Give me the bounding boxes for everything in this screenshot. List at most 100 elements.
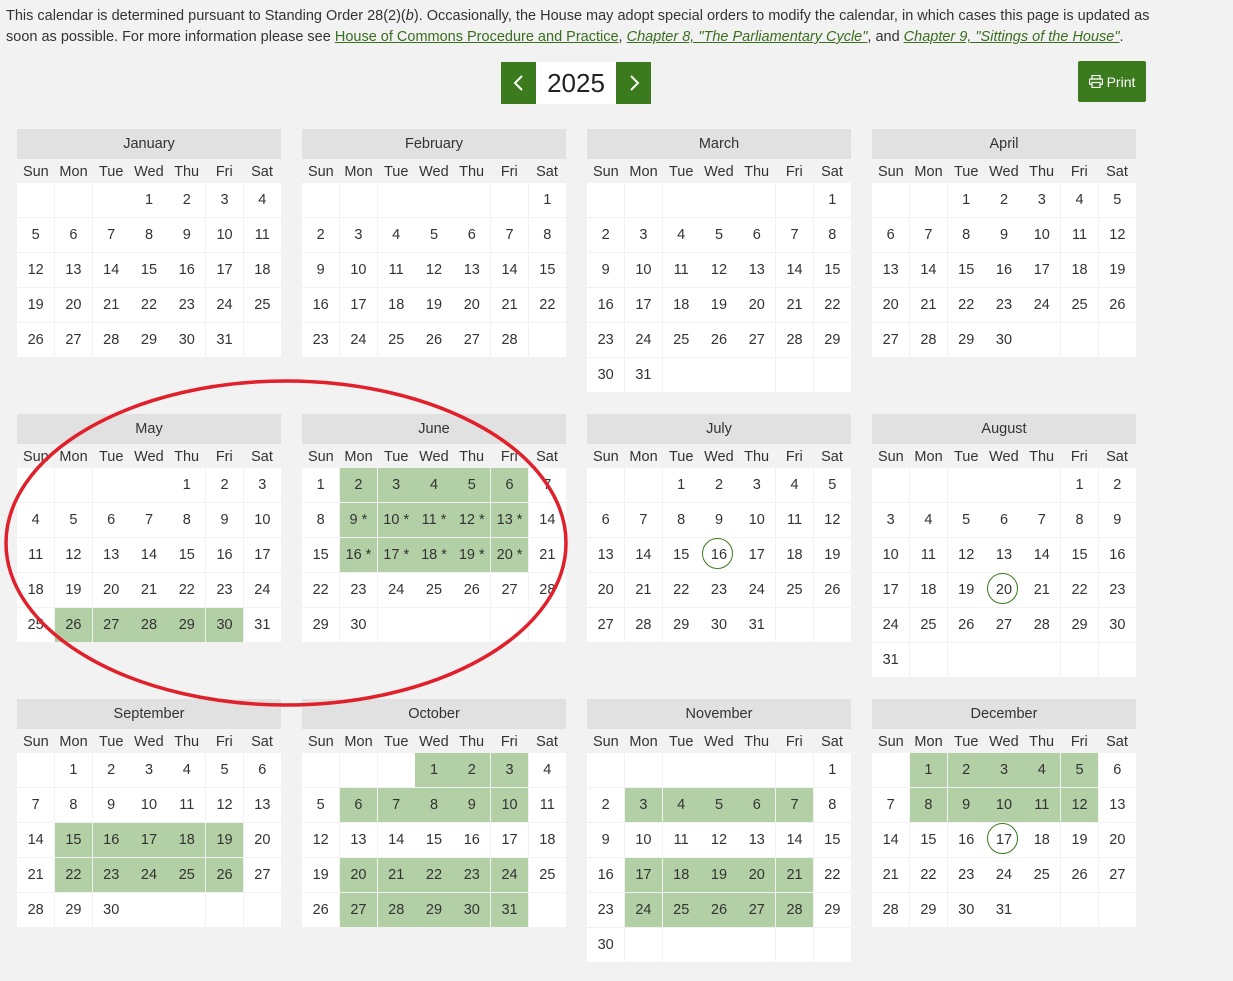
day-number: 7: [543, 477, 552, 493]
weekday-header: Sun: [307, 164, 334, 180]
day-number: 12: [710, 262, 728, 278]
day-number: 4: [924, 512, 933, 528]
day-number: 22: [824, 297, 841, 313]
weekday-header: Thu: [174, 164, 200, 180]
calendar-day: 23: [947, 858, 985, 892]
calendar-day: 20: [339, 858, 378, 892]
calendar-day: 8: [662, 503, 700, 537]
calendar-day: 5: [415, 218, 453, 252]
empty-day: [168, 893, 206, 927]
calendar-day: 18 *: [415, 538, 453, 572]
day-number: 25: [920, 617, 937, 633]
day-number: 19: [27, 297, 44, 313]
day-number: 23: [597, 902, 614, 918]
empty-day: [738, 753, 776, 787]
day-number: 12: [824, 512, 841, 528]
calendar-day: 9: [205, 503, 244, 537]
calendar-day: 17: [738, 538, 776, 572]
next-year-button[interactable]: [616, 62, 651, 104]
calendar-day: 6: [738, 788, 776, 822]
calendar-day: 23: [587, 323, 625, 357]
empty-day: [377, 608, 415, 642]
calendar-day: 30: [700, 608, 738, 642]
weekday-header: Sat: [536, 449, 558, 465]
weekday-header: Fri: [1070, 449, 1088, 465]
calendar-day: 3: [624, 218, 663, 252]
empty-day: [872, 753, 910, 787]
calendar-day: 10: [624, 253, 663, 287]
day-number: 22: [140, 297, 158, 313]
calendar-day: 28: [775, 323, 814, 357]
weekday-header: Thu: [174, 449, 200, 465]
weekday-header: Sat: [821, 164, 843, 180]
calendar-day: 3: [872, 503, 910, 537]
day-number: 2: [220, 477, 229, 493]
day-number: 13: [1109, 797, 1126, 813]
day-number: 24: [350, 332, 367, 348]
print-button[interactable]: Print: [1078, 61, 1146, 102]
day-number: 7: [790, 227, 799, 243]
procedure-practice-link[interactable]: House of Commons Procedure and Practice: [335, 29, 619, 45]
calendar-day: 19: [1098, 253, 1136, 287]
calendar-day: 24: [624, 323, 663, 357]
calendar-day: 14: [872, 823, 910, 857]
calendar-day: 7: [872, 788, 910, 822]
empty-day: [813, 358, 851, 392]
calendar-day: 24: [1023, 288, 1061, 322]
month-title: July: [587, 414, 851, 444]
previous-year-button[interactable]: [501, 62, 536, 104]
day-number: 21: [501, 297, 518, 313]
day-number: 24: [1033, 297, 1050, 313]
calendar-day: 9: [700, 503, 738, 537]
calendar-day: 3: [205, 183, 244, 217]
calendar-day: 4: [377, 218, 415, 252]
calendar-day: 11: [909, 538, 948, 572]
week-row: 1 2 3: [17, 468, 281, 503]
day-number: 29: [178, 617, 195, 633]
empty-day: [872, 468, 910, 502]
calendar-day: 16: [92, 823, 130, 857]
day-number: 22: [824, 867, 841, 883]
day-number: 7: [924, 227, 933, 243]
chevron-left-icon: [513, 75, 523, 91]
day-number: 29: [673, 617, 690, 633]
calendar-day: 23: [205, 573, 244, 607]
weekday-header: Wed: [419, 734, 449, 750]
day-number: 22: [673, 582, 690, 598]
empty-day: [587, 468, 625, 502]
calendar-day: 2: [947, 753, 985, 787]
calendar-day: 17: [490, 823, 529, 857]
day-number: 20: [65, 297, 82, 313]
calendar-day: 6: [453, 218, 491, 252]
day-number: 11: [920, 547, 936, 563]
week-row: 21 22 23 24 25 26 27: [17, 858, 281, 893]
chevron-right-icon: [629, 75, 639, 91]
calendar-day: 19: [813, 538, 851, 572]
week-row: 30 31: [587, 358, 851, 393]
month-title: December: [872, 699, 1136, 729]
empty-day: [1060, 893, 1099, 927]
weekday-header: Fri: [215, 449, 233, 465]
calendar-day: 8: [168, 503, 206, 537]
weekday-header: Wed: [989, 164, 1019, 180]
empty-day: [775, 753, 814, 787]
calendar-day: 3: [985, 753, 1023, 787]
weekday-header: Fri: [500, 734, 518, 750]
calendar-day: 13: [738, 823, 776, 857]
calendar-day: 21: [130, 573, 168, 607]
weekday-header: Fri: [785, 164, 803, 180]
day-number: 26: [27, 332, 44, 348]
day-number: 2: [999, 192, 1009, 208]
day-number: 25: [539, 867, 556, 883]
empty-day: [775, 608, 814, 642]
chapter-9-link[interactable]: Chapter 9, "Sittings of the House": [904, 29, 1120, 45]
empty-day: [1023, 893, 1061, 927]
empty-day: [490, 608, 529, 642]
day-number: 4: [790, 477, 799, 493]
calendar-day: 1: [130, 183, 168, 217]
day-number: 11: [1034, 797, 1050, 813]
calendar-day: 13: [738, 253, 776, 287]
day-number: 14: [920, 262, 937, 278]
calendar-day: 22: [528, 288, 566, 322]
chapter-8-link[interactable]: Chapter 8, "The Parliamentary Cycle": [627, 29, 868, 45]
